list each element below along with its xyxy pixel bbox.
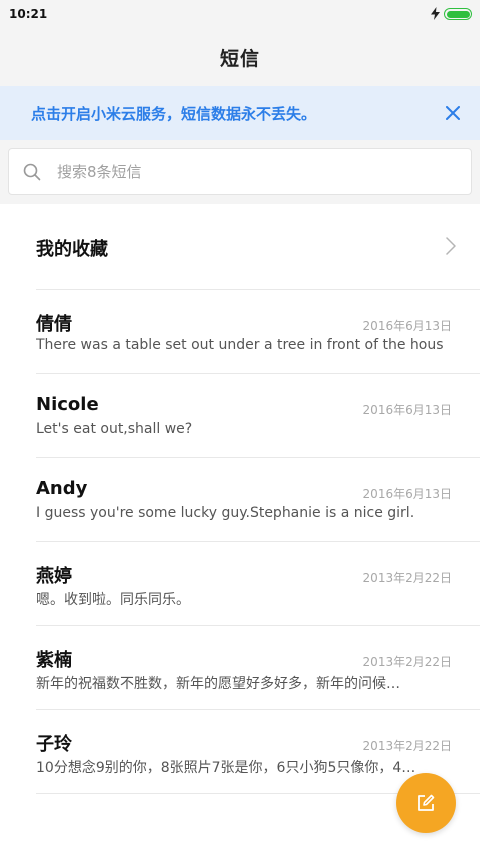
cloud-banner-text[interactable]: 点击开启小米云服务，短信数据永不丢失。	[31, 103, 316, 124]
search-input[interactable]	[55, 161, 439, 182]
message-preview: 新年的祝福数不胜数，新年的愿望好多好多，新年的问候…	[36, 676, 400, 692]
message-date: 2013年2月22日	[362, 739, 452, 753]
title-bar: 短信	[0, 28, 480, 86]
status-time: 10:21	[9, 7, 48, 21]
contact-name: 燕婷	[36, 566, 72, 587]
close-icon	[446, 106, 460, 120]
message-item[interactable]: 燕婷 2013年2月22日 嗯。收到啦。同乐同乐。	[36, 542, 480, 626]
favorites-label: 我的收藏	[36, 238, 108, 260]
contact-name: 紫楠	[36, 650, 72, 671]
message-preview: Let's eat out,shall we?	[36, 421, 193, 437]
contact-name: Andy	[36, 478, 88, 499]
compose-button[interactable]	[396, 773, 456, 833]
status-icons	[431, 5, 472, 24]
compose-icon	[418, 794, 435, 811]
message-preview: 嗯。收到啦。同乐同乐。	[36, 592, 190, 608]
message-date: 2013年2月22日	[362, 655, 452, 669]
message-date: 2016年6月13日	[362, 487, 452, 501]
battery-level	[446, 10, 470, 18]
message-item[interactable]: Nicole 2016年6月13日 Let's eat out,shall we…	[36, 374, 480, 458]
search-area	[0, 140, 480, 204]
message-date: 2016年6月13日	[362, 319, 452, 333]
battery-icon	[444, 8, 472, 20]
contact-name: Nicole	[36, 394, 99, 415]
message-preview: There was a table set out under a tree i…	[36, 337, 444, 353]
favorites-row[interactable]: 我的收藏	[36, 206, 480, 290]
charging-icon	[431, 5, 440, 24]
message-preview: 10分想念9别的你，8张照片7张是你，6只小狗5只像你，4…	[36, 760, 416, 776]
message-list: 倩倩 2016年6月13日 There was a table set out …	[0, 290, 480, 794]
message-date: 2013年2月22日	[362, 571, 452, 585]
message-item[interactable]: 倩倩 2016年6月13日 There was a table set out …	[36, 290, 480, 374]
contact-name: 倩倩	[36, 314, 72, 335]
page-title: 短信	[219, 47, 260, 70]
cloud-service-banner[interactable]: 点击开启小米云服务，短信数据永不丢失。	[0, 86, 480, 140]
message-preview: I guess you're some lucky guy.Stephanie …	[36, 505, 415, 521]
search-box[interactable]	[8, 148, 472, 195]
message-item[interactable]: 紫楠 2013年2月22日 新年的祝福数不胜数，新年的愿望好多好多，新年的问候…	[36, 626, 480, 710]
message-date: 2016年6月13日	[362, 403, 452, 417]
message-item[interactable]: Andy 2016年6月13日 I guess you're some luck…	[36, 458, 480, 542]
search-icon	[23, 163, 41, 181]
chevron-right-icon	[446, 236, 456, 259]
contact-name: 子玲	[36, 734, 72, 755]
status-bar: 10:21	[0, 0, 480, 28]
banner-close-button[interactable]	[441, 101, 465, 125]
